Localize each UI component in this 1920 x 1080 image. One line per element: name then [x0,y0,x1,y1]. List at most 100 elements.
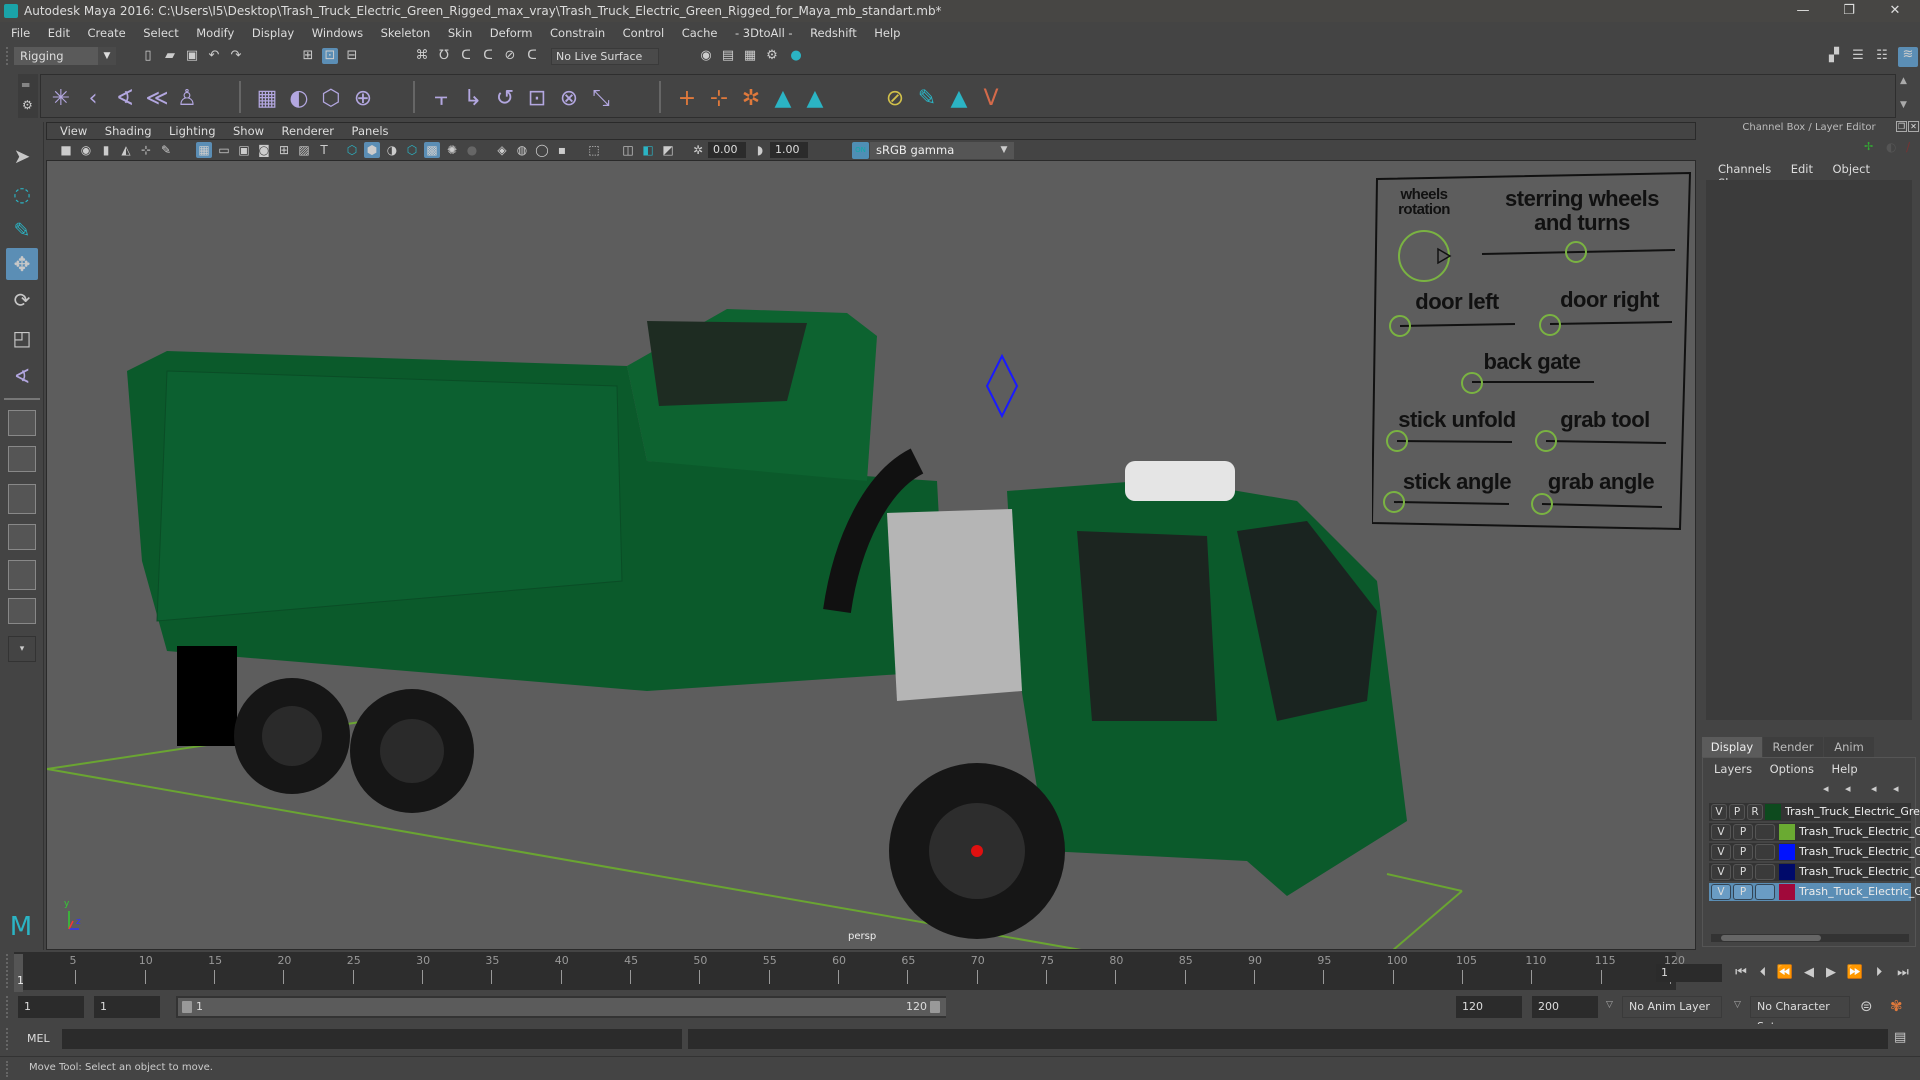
xray-icon[interactable]: ◫ [620,142,636,158]
ipr-render-icon[interactable]: ▦ [742,48,758,64]
lasso-tool-icon[interactable]: ◌ [6,178,38,210]
orient-constraint-icon[interactable]: ↺ [491,85,519,113]
grip-handle[interactable] [6,1028,10,1050]
paint-select-tool-icon[interactable]: ✎ [6,214,38,246]
range-slider-fill[interactable]: 1 120 [178,998,946,1016]
persp-graph-outliner-layout-button[interactable] [8,598,36,624]
safe-action-icon[interactable]: ▨ [296,142,312,158]
skeleton-icon[interactable]: ✲ [737,85,765,113]
current-frame-marker[interactable]: 1 [14,954,24,992]
live-surface-field[interactable]: No Live Surface [551,48,659,65]
pole-vector-icon[interactable]: ⤡ [587,85,615,113]
play-backwards-icon[interactable]: ◀ [1800,964,1818,982]
menu-windows[interactable]: Windows [305,22,370,44]
modeling-toolkit-icon[interactable]: ▞ [1826,48,1842,64]
le-menu-help[interactable]: Help [1824,762,1864,776]
layer-color-swatch[interactable] [1779,884,1795,900]
layer-row[interactable]: V P Trash_Truck_Electric_G [1709,863,1920,881]
character-set-dropdown[interactable]: No Character Set [1750,996,1850,1033]
layer-playback-toggle[interactable]: P [1733,844,1753,860]
menu-select[interactable]: Select [136,22,185,44]
move-tool-icon[interactable]: ✥ [6,248,38,280]
layer-reference-toggle[interactable] [1755,864,1775,880]
snap-grid-icon[interactable]: ⌘ [414,48,430,64]
grip-handle[interactable] [6,954,10,988]
scrollbar-thumb[interactable] [1721,935,1821,941]
range-end-handle[interactable] [930,1001,940,1013]
panel-menu-show[interactable]: Show [226,123,271,139]
menu-constrain[interactable]: Constrain [543,22,612,44]
play-forwards-icon[interactable]: ▶ [1822,964,1840,982]
depth-of-field-icon[interactable]: ▪ [554,142,570,158]
panel-menu-lighting[interactable]: Lighting [162,123,222,139]
shadows-icon[interactable]: ● [464,142,480,158]
create-joint-icon[interactable]: ✳ [47,85,75,113]
safe-title-icon[interactable]: T [316,142,332,158]
ik-handle-icon[interactable]: ∢ [111,85,139,113]
xray-active-components-icon[interactable]: ◧ [640,142,656,158]
snap-view-plane-icon[interactable]: ⊘ [502,48,518,64]
select-object-icon[interactable]: ⊡ [322,48,338,64]
perspective-viewport[interactable]: y z wheels rotation sterring wheels and [46,160,1696,950]
anti-aliasing-icon[interactable]: ◯ [534,142,550,158]
menu-file[interactable]: File [4,22,37,44]
maya-script-c-icon[interactable]: ▲ [945,85,973,113]
2d-pan-zoom-icon[interactable]: ⊹ [138,142,154,158]
layer-reference-toggle[interactable] [1755,884,1775,900]
layer-reference-toggle[interactable] [1755,844,1775,860]
new-layer-selected-icon[interactable]: ◂ [1893,782,1899,795]
snap-projected-icon[interactable]: ᑕ [480,48,496,64]
layer-row[interactable]: V P Trash_Truck_Electric_G [1709,843,1920,861]
manipulator-icon[interactable]: ✢ [1864,140,1873,153]
motion-blur-icon[interactable]: ◍ [514,142,530,158]
select-hierarchy-icon[interactable]: ⊞ [300,48,316,64]
bookmark-icon[interactable]: ▮ [98,142,114,158]
four-view-layout-button[interactable] [8,446,36,472]
exposure-field[interactable]: 0.00 [708,142,746,158]
script-editor-icon[interactable]: ▤ [1894,1030,1906,1045]
time-slider-track[interactable]: 1 5 10 15 20 25 30 35 40 45 50 55 60 65 70 75 80 85 90 95 1… [14,952,1685,992]
vertex-tool-icon[interactable]: V [977,85,1005,113]
animation-preferences-icon[interactable]: ✾ [1890,997,1903,1015]
attribute-editor-icon[interactable]: ☰ [1850,48,1866,64]
layer-playback-toggle[interactable]: P [1733,824,1753,840]
grip-handle[interactable] [6,1061,10,1077]
gate-mask-icon[interactable]: ◙ [256,142,272,158]
panel-menu-view[interactable]: View [53,123,94,139]
layer-row-selected[interactable]: V P Trash_Truck_Electric_G [1709,883,1920,901]
layer-visibility-toggle[interactable]: V [1711,844,1731,860]
tab-display[interactable]: Display [1702,737,1762,757]
shelf-scroll-up-icon[interactable]: ▲ [1900,76,1907,86]
gamma-icon[interactable]: ◗ [752,142,768,158]
exposure-icon[interactable]: ✲ [690,142,706,158]
undo-icon[interactable]: ↶ [206,48,222,64]
key-icon[interactable]: / [1906,140,1910,154]
menu-cache[interactable]: Cache [675,22,725,44]
new-layer-icon[interactable]: ◂ [1871,782,1877,795]
layer-playback-toggle[interactable]: P [1729,804,1745,820]
current-frame-field[interactable]: 1 [1656,964,1722,982]
isolate-select-icon[interactable]: ⬚ [586,142,602,158]
render-frame-icon[interactable]: ▤ [720,48,736,64]
persp-graph-layout-button[interactable] [8,524,36,550]
layer-reference-toggle[interactable] [1755,824,1775,840]
humanik-icon[interactable]: ♙ [173,85,201,113]
close-panel-icon[interactable]: ✕ [1908,121,1919,132]
go-to-end-icon[interactable]: ⏭ [1894,964,1912,982]
wireframe-icon[interactable]: ⬡ [344,142,360,158]
playback-end-field[interactable]: 120 [1456,996,1522,1018]
hypershade-icon[interactable]: ● [788,48,804,64]
select-component-icon[interactable]: ⊟ [344,48,360,64]
range-slider[interactable]: 1 120 [176,996,946,1018]
point-constraint-icon[interactable]: ↳ [459,85,487,113]
blend-shape-icon[interactable]: ◐ [285,85,313,113]
layer-reference-toggle[interactable]: R [1747,804,1763,820]
menu-help[interactable]: Help [867,22,907,44]
layer-row[interactable]: V P Trash_Truck_Electric_G [1709,823,1920,841]
menu-skeleton[interactable]: Skeleton [374,22,438,44]
cb-menu-channels[interactable]: Channels [1710,162,1779,176]
layer-color-swatch[interactable] [1779,864,1795,880]
restore-button[interactable]: ❐ [1826,0,1872,22]
layer-playback-toggle[interactable]: P [1733,884,1753,900]
view-transform-dropdown[interactable]: sRGB gamma ▼ [870,142,1014,159]
